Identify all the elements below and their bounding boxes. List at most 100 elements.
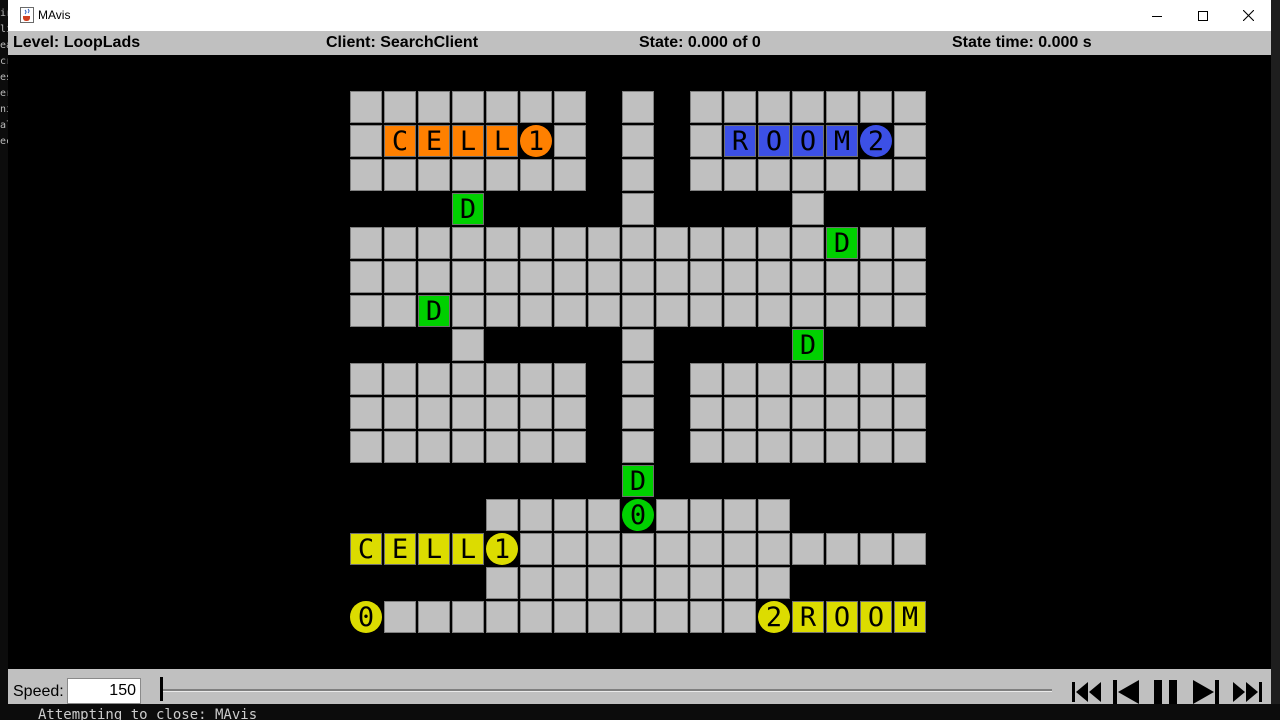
floor-cell	[860, 363, 892, 395]
floor-cell	[656, 601, 688, 633]
box: R	[724, 125, 756, 157]
floor-cell	[384, 601, 416, 633]
floor-cell	[792, 363, 824, 395]
floor-cell	[486, 431, 518, 463]
step-back-icon[interactable]	[1111, 679, 1141, 704]
floor-cell	[860, 397, 892, 429]
floor-cell	[622, 567, 654, 599]
floor-cell	[758, 261, 790, 293]
floor-cell	[690, 159, 722, 191]
floor-cell	[656, 499, 688, 531]
floor-cell	[384, 431, 416, 463]
maximize-button[interactable]	[1180, 0, 1226, 31]
floor-cell	[758, 431, 790, 463]
floor-cell	[792, 295, 824, 327]
floor-cell	[588, 261, 620, 293]
box: L	[452, 125, 484, 157]
floor-cell	[690, 601, 722, 633]
box: D	[622, 465, 654, 497]
floor-cell	[350, 397, 382, 429]
floor-cell	[724, 499, 756, 531]
floor-cell	[622, 431, 654, 463]
floor-cell	[486, 261, 518, 293]
close-icon	[1242, 10, 1254, 21]
floor-cell	[690, 91, 722, 123]
floor-cell	[520, 159, 552, 191]
box-goal: M	[894, 601, 926, 633]
floor-cell	[452, 601, 484, 633]
floor-cell	[554, 601, 586, 633]
floor-cell	[622, 329, 654, 361]
floor-cell	[894, 295, 926, 327]
skip-to-start-icon[interactable]	[1071, 679, 1103, 704]
floor-cell	[452, 329, 484, 361]
floor-cell	[554, 431, 586, 463]
floor-cell	[452, 227, 484, 259]
box-goal: O	[826, 601, 858, 633]
floor-cell	[792, 431, 824, 463]
floor-cell	[452, 91, 484, 123]
floor-cell	[894, 431, 926, 463]
floor-cell	[758, 567, 790, 599]
floor-cell	[758, 295, 790, 327]
step-forward-icon[interactable]	[1191, 679, 1221, 704]
floor-cell	[622, 227, 654, 259]
box: O	[758, 125, 790, 157]
floor-cell	[418, 363, 450, 395]
floor-cell	[894, 261, 926, 293]
floor-cell	[724, 567, 756, 599]
timeline-slider-track[interactable]	[162, 689, 1052, 692]
floor-cell	[894, 397, 926, 429]
box-goal: E	[384, 533, 416, 565]
floor-cell	[758, 499, 790, 531]
floor-cell	[656, 567, 688, 599]
terminal-close-message: Attempting to close: MAvis	[38, 707, 258, 720]
pause-icon[interactable]	[1151, 679, 1181, 704]
floor-cell	[486, 295, 518, 327]
playback-controls: Speed:	[8, 669, 1271, 704]
floor-cell	[486, 91, 518, 123]
box-goal: L	[452, 533, 484, 565]
box-goal: O	[860, 601, 892, 633]
terminal-fragment: cr	[0, 56, 8, 67]
terminal-fragment: es	[0, 72, 8, 83]
skip-to-end-icon[interactable]	[1231, 679, 1263, 704]
floor-cell	[758, 363, 790, 395]
terminal-fragment: ec	[0, 136, 8, 147]
agent: 2	[860, 125, 892, 157]
floor-cell	[792, 261, 824, 293]
floor-cell	[350, 91, 382, 123]
floor-cell	[622, 397, 654, 429]
terminal-fragment: ea	[0, 40, 8, 51]
speed-input[interactable]	[67, 678, 141, 704]
box-goal: R	[792, 601, 824, 633]
floor-cell	[486, 499, 518, 531]
floor-cell	[554, 159, 586, 191]
floor-cell	[520, 533, 552, 565]
floor-cell	[622, 601, 654, 633]
floor-cell	[622, 159, 654, 191]
floor-cell	[452, 261, 484, 293]
terminal-fragment: er	[0, 88, 8, 99]
floor-cell	[860, 227, 892, 259]
floor-cell	[452, 159, 484, 191]
floor-cell	[520, 363, 552, 395]
client-label: Client: SearchClient	[326, 34, 479, 51]
timeline-slider-thumb[interactable]	[160, 677, 163, 701]
floor-cell	[792, 227, 824, 259]
minimize-button[interactable]	[1134, 0, 1180, 31]
floor-cell	[792, 193, 824, 225]
floor-cell	[758, 91, 790, 123]
floor-cell	[724, 227, 756, 259]
terminal-fragment: ni	[0, 104, 8, 115]
floor-cell	[656, 295, 688, 327]
title-bar[interactable]: MAvis	[8, 0, 1271, 31]
floor-cell	[384, 261, 416, 293]
speed-label: Speed:	[13, 683, 64, 700]
box: L	[486, 125, 518, 157]
close-button[interactable]	[1225, 0, 1271, 31]
box-goal: C	[350, 533, 382, 565]
floor-cell	[554, 295, 586, 327]
box: O	[792, 125, 824, 157]
java-cup-icon	[20, 7, 34, 23]
